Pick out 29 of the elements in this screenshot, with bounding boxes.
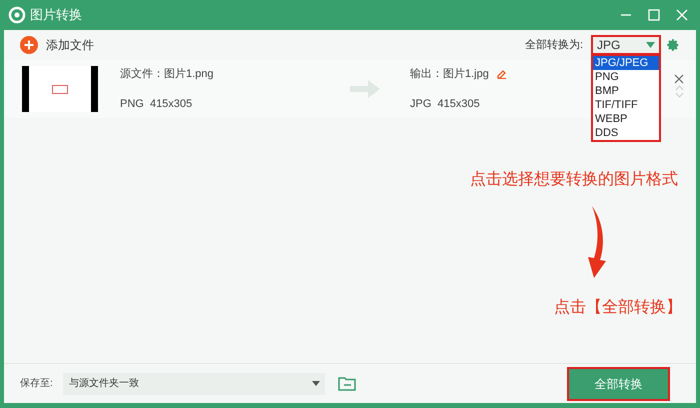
format-option[interactable]: BMP bbox=[593, 84, 659, 98]
caret-icon bbox=[312, 381, 320, 386]
output-file-name: 输出：图片1.jpg bbox=[410, 66, 489, 82]
add-file-button[interactable]: 添加文件 bbox=[20, 36, 94, 54]
convert-all-label: 全部转换为: bbox=[524, 38, 583, 53]
source-file-info: PNG 415x305 bbox=[120, 97, 194, 112]
format-option[interactable]: PNG bbox=[593, 70, 659, 84]
window-title: 图片转换 bbox=[30, 6, 82, 24]
maximize-icon[interactable] bbox=[648, 9, 660, 21]
annotation-text: 点击【全部转换】 bbox=[554, 298, 682, 318]
format-option[interactable]: TIF/TIFF bbox=[593, 98, 659, 112]
remove-icon[interactable] bbox=[674, 74, 684, 84]
format-option[interactable]: JPG/JPEG bbox=[593, 56, 659, 70]
folder-icon[interactable] bbox=[338, 376, 356, 391]
caret-icon bbox=[646, 42, 655, 48]
arrow-right-icon bbox=[350, 80, 380, 98]
save-location-select[interactable]: 与源文件夹一致 bbox=[62, 372, 325, 394]
save-to-label: 保存至: bbox=[20, 377, 53, 391]
output-file-info: JPG 415x305 bbox=[410, 97, 481, 112]
app-logo-icon bbox=[8, 6, 26, 24]
format-option[interactable]: DDS bbox=[593, 126, 659, 140]
annotation-text: 点击选择想要转换的图片格式 bbox=[470, 170, 678, 190]
pencil-icon[interactable] bbox=[496, 68, 507, 79]
settings-icon[interactable] bbox=[666, 38, 680, 52]
source-file-name: 源文件：图片1.png bbox=[120, 66, 215, 82]
close-icon[interactable] bbox=[676, 9, 688, 21]
format-option[interactable]: WEBP bbox=[593, 112, 659, 126]
plus-icon bbox=[20, 36, 38, 54]
format-dropdown[interactable]: JPG bbox=[591, 35, 661, 55]
